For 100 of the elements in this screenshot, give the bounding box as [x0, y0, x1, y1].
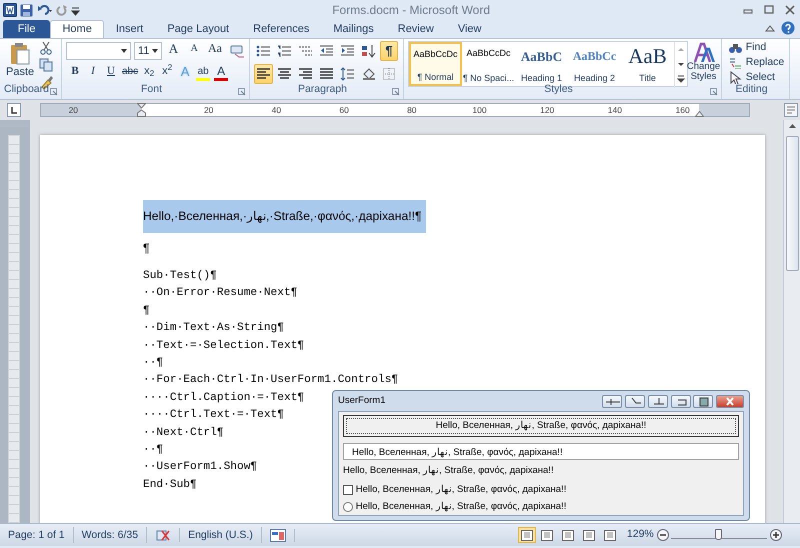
align-left-icon: [256, 66, 271, 81]
code-line: ··Dim·Text·As·String¶: [143, 320, 284, 336]
style-preview: AaBbC: [520, 48, 562, 66]
ribbon-tab[interactable]: Review: [386, 20, 446, 38]
highlight-button[interactable]: ab: [194, 64, 212, 84]
layout-icon: [562, 530, 574, 540]
show-marks-button[interactable]: ¶: [380, 41, 398, 61]
code-line: End·Sub¶: [143, 478, 197, 493]
ribbon-tab[interactable]: File: [2, 20, 50, 38]
zoom-level[interactable]: 129%: [626, 527, 654, 543]
slider-thumb[interactable]: [715, 528, 722, 540]
grow-font-button[interactable]: A: [164, 41, 182, 61]
zoom-out-icon[interactable]: [656, 529, 668, 541]
page-count[interactable]: Page: 1 of 1: [0, 527, 74, 543]
text-box[interactable]: Hello, Вселенная, نهار, Straße, φανός, дарiхана!!: [343, 443, 739, 460]
save-icon[interactable]: [20, 4, 32, 16]
group-label: Paragraph: [296, 82, 348, 98]
replace-icon: [728, 56, 743, 69]
view-ruler-icon[interactable]: [784, 103, 798, 117]
align-left-button[interactable]: [254, 64, 273, 84]
line-spacing-icon: [340, 66, 355, 81]
close-icon[interactable]: [784, 5, 794, 15]
group-label: Styles: [543, 83, 574, 98]
app-icon[interactable]: [2, 3, 17, 17]
ribbon-tab[interactable]: References: [241, 20, 322, 38]
align-button[interactable]: [648, 394, 668, 408]
code-line: ··Text·=·Selection.Text¶: [143, 338, 304, 354]
dialog-launcher-icon[interactable]: [50, 88, 58, 96]
font-color-button[interactable]: A: [212, 64, 230, 84]
scroll-thumb[interactable]: [786, 136, 798, 271]
language[interactable]: English (U.S.): [180, 527, 262, 543]
group-label: Editing: [734, 82, 769, 98]
scissors-icon[interactable]: [38, 41, 53, 55]
indent-marker-icon[interactable]: [137, 103, 146, 117]
ribbon-tab[interactable]: Insert: [104, 20, 156, 38]
collapse-ribbon-icon[interactable]: [765, 24, 775, 32]
style-name: Heading 1: [520, 72, 562, 84]
font-name-field[interactable]: [66, 42, 132, 60]
code-line: ··¶: [143, 443, 164, 458]
ruler-number: 40: [272, 104, 282, 117]
undo-icon[interactable]: [35, 4, 54, 16]
italic-button[interactable]: I: [84, 64, 102, 84]
ruler-number: 140: [608, 104, 622, 117]
code-line: ····Ctrl.Caption·=·Text¶: [143, 390, 304, 406]
tab-selector-icon[interactable]: [7, 103, 21, 117]
change-case-button[interactable]: Aa: [206, 41, 224, 61]
help-icon[interactable]: [780, 21, 794, 36]
code-line: ··For·Each·Ctrl·In·UserForm1.Controls¶: [143, 372, 398, 388]
close-button[interactable]: [716, 394, 744, 408]
dialog-launcher-icon[interactable]: [710, 88, 718, 96]
style-preview: AaBbCcDc: [413, 48, 458, 61]
word-count[interactable]: Words: 6/35: [74, 527, 148, 543]
replace-button[interactable]: Replace: [726, 55, 786, 70]
dropdown-icon[interactable]: [152, 49, 158, 53]
bullet-list-icon: [256, 44, 271, 58]
borders-icon: [382, 66, 397, 81]
pointer-icon: [728, 71, 743, 84]
ruler[interactable]: 20 20 40 60 80 100 120 140 160: [40, 103, 750, 117]
ruler-number: 160: [676, 104, 690, 117]
style-item[interactable]: AaBbCcDc ¶ Normal: [409, 42, 462, 86]
style-preview: AaBbCc: [572, 48, 616, 65]
text-line: ¶: [143, 240, 151, 257]
dialog-title: UserForm1: [338, 394, 386, 408]
checkbox[interactable]: [343, 485, 353, 495]
font-size-value: 11: [138, 44, 150, 59]
strikethrough-button[interactable]: abc: [120, 64, 140, 84]
ribbon-tab[interactable]: Mailings: [321, 20, 386, 38]
right-indent-icon[interactable]: [695, 111, 704, 117]
command-button[interactable]: Hello, Вселенная, نهار, Straße, φανός, дарiхана!!: [343, 415, 739, 437]
select-button[interactable]: Select: [726, 70, 777, 85]
code-line: Sub·Test()¶: [143, 268, 217, 284]
arrow-button[interactable]: [625, 394, 645, 408]
layout-icon: [541, 530, 554, 540]
subscript-button[interactable]: x$_{2}$: [140, 64, 158, 84]
sort-icon: [361, 44, 376, 58]
ruler-number: 120: [540, 104, 554, 117]
group-label: Font: [140, 82, 163, 98]
dialog-launcher-icon[interactable]: [238, 88, 246, 96]
bold-button[interactable]: B: [66, 64, 84, 84]
radio-button[interactable]: [343, 502, 353, 512]
find-button[interactable]: Find: [726, 40, 768, 55]
ribbon-tab[interactable]: View: [446, 20, 494, 38]
macro-icon[interactable]: [270, 528, 286, 542]
copy-icon[interactable]: [38, 58, 53, 72]
superscript-button[interactable]: x$^{2}$: [158, 64, 176, 84]
paste-button[interactable]: Paste: [4, 41, 36, 85]
zoom-slider[interactable]: [671, 526, 768, 538]
maximize-icon[interactable]: [764, 5, 774, 15]
style-name: Title: [639, 72, 656, 84]
shrink-font-button[interactable]: A: [185, 41, 204, 61]
underline-button[interactable]: U: [102, 64, 120, 84]
ribbon-tab[interactable]: Page Layout: [155, 20, 242, 38]
ruler-number: 20: [204, 104, 214, 117]
ribbon-tab[interactable]: Home: [50, 20, 104, 38]
proofing-icon[interactable]: [155, 528, 172, 542]
zoom-in-icon[interactable]: [770, 529, 782, 541]
font-size-field[interactable]: 11: [134, 42, 162, 60]
dialog-launcher-icon[interactable]: [392, 88, 400, 96]
print-layout-button[interactable]: [518, 527, 536, 543]
dropdown-icon[interactable]: [121, 49, 128, 53]
